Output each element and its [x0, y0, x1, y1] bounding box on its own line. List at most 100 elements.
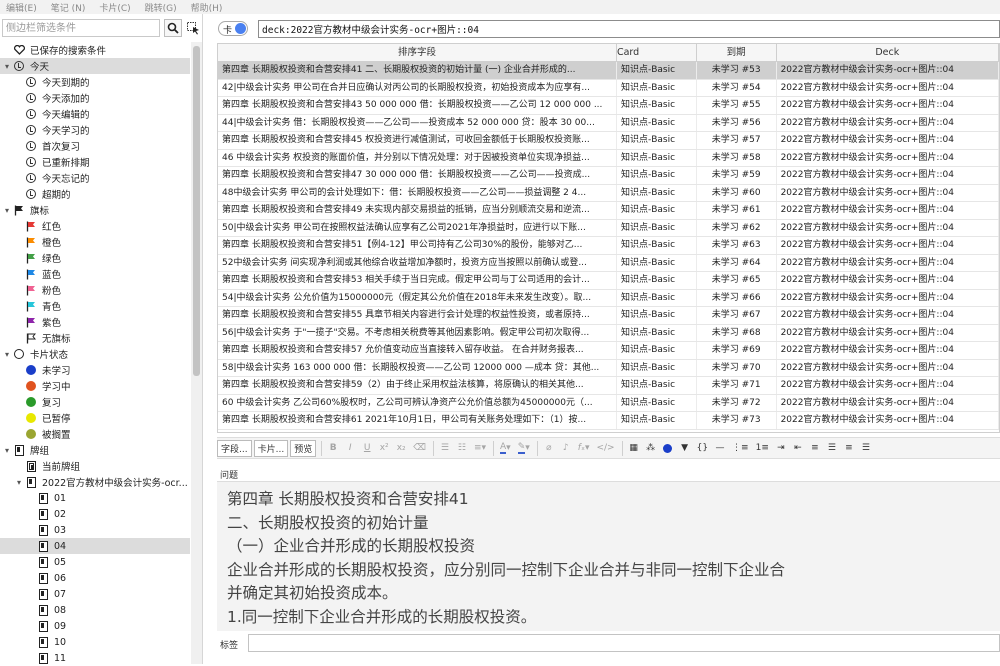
menu-notes[interactable]: 笔记 (N) [45, 1, 94, 14]
sidebar-filter-input[interactable] [2, 19, 160, 37]
table-row[interactable]: 60 中级会计实务 乙公司60%股权时，乙公司可辨认净资产公允价值总额为4500… [218, 394, 999, 412]
table-row[interactable]: 第四章 长期股权投资和合营安排55 具章节相关内容进行会计处理的权益性投资，或者… [218, 307, 999, 325]
sidebar-scrollbar[interactable] [191, 42, 202, 664]
sidebar-item[interactable]: 粉色 [0, 282, 190, 298]
table-row[interactable]: 42|中级会计实务 甲公司在合并日应确认对丙公司的长期股权投资，初始投资成本为应… [218, 79, 999, 97]
menu-cards[interactable]: 卡片(C) [93, 1, 138, 14]
sidebar-item[interactable]: 07 [0, 586, 190, 602]
sidebar-item[interactable]: 今天编辑的 [0, 106, 190, 122]
sidebar-item[interactable]: 06 [0, 570, 190, 586]
underline-icon[interactable]: U [359, 440, 375, 457]
sidebar-item[interactable]: 今天添加的 [0, 90, 190, 106]
braces-icon[interactable]: {} [694, 440, 711, 457]
sidebar-item[interactable]: 蓝色 [0, 266, 190, 282]
sidebar-item[interactable]: 红色 [0, 218, 190, 234]
bullet-list-icon[interactable]: ☰ [437, 440, 453, 457]
text-color-icon[interactable]: A ▾ [497, 440, 514, 457]
sidebar-item[interactable]: 02 [0, 506, 190, 522]
menu-edit[interactable]: 编辑(E) [0, 1, 45, 14]
italic-icon[interactable]: I [342, 440, 358, 457]
table-icon[interactable]: ▦ [626, 440, 642, 457]
preview-button[interactable]: 预览 [290, 439, 317, 457]
attachment-icon[interactable]: ⌀ [541, 440, 557, 457]
align-center-icon[interactable]: ☰ [824, 440, 840, 457]
list-unordered-icon[interactable]: ⋮≡ [729, 440, 752, 457]
table-row[interactable]: 第四章 长期股权投资和合营安排43 50 000 000 借：长期股权投资——乙… [218, 97, 999, 115]
sidebar-item[interactable]: 今天忘记的 [0, 170, 190, 186]
sidebar-item[interactable]: 已重新排期 [0, 154, 190, 170]
sidebar-item[interactable]: 已保存的搜索条件 [0, 42, 190, 58]
select-tool-button[interactable] [184, 19, 202, 37]
table-row[interactable]: 第四章 长期股权投资和合营安排41 二、长期股权投资的初始计量 (一) 企业合并… [218, 62, 999, 80]
indent-icon[interactable]: ⇥ [773, 440, 789, 457]
sidebar-item[interactable]: 紫色 [0, 314, 190, 330]
table-row[interactable]: 第四章 长期股权投资和合营安排49 未实现内部交易损益的抵销，应当分别顺流交易和… [218, 202, 999, 220]
table-row[interactable]: 58|中级会计实务 163 000 000 借：长期股权投资——乙公司 1200… [218, 359, 999, 377]
tags-input[interactable] [248, 634, 1000, 652]
table-row[interactable]: 第四章 长期股权投资和合营安排47 30 000 000 借：长期股权投资——乙… [218, 167, 999, 185]
sidebar-item[interactable]: ▾ 卡片状态 [0, 346, 190, 362]
sidebar-item[interactable]: 未学习 [0, 362, 190, 378]
fields-button[interactable]: 字段... [217, 439, 252, 457]
sidebar-item[interactable]: 学习中 [0, 378, 190, 394]
table-row[interactable]: 46 中级会计实务 权投资的账面价值，并分别以下情况处理：对于因被投资单位实现净… [218, 149, 999, 167]
color-dot-icon[interactable] [660, 440, 676, 457]
html-editor-icon[interactable]: </> [593, 440, 617, 457]
align-left-icon[interactable]: ≡ [807, 440, 823, 457]
menu-go[interactable]: 跳转(G) [139, 1, 185, 14]
browser-search-input[interactable] [258, 20, 1000, 38]
scrollbar-thumb[interactable] [193, 46, 200, 376]
sidebar-item[interactable]: 复习 [0, 394, 190, 410]
bold-icon[interactable]: B [325, 440, 341, 457]
sidebar-item[interactable]: 橙色 [0, 234, 190, 250]
sidebar-item[interactable]: 被搁置 [0, 426, 190, 442]
sidebar-item[interactable]: ▾ 牌组 [0, 442, 190, 458]
numbered-list-icon[interactable]: ☷ [454, 440, 470, 457]
sidebar-item[interactable]: 05 [0, 554, 190, 570]
cards-notes-toggle[interactable]: 卡 [218, 21, 248, 36]
table-row[interactable]: 56|中级会计实务 于"一揽子"交易。不考虑相关税费等其他因素影响。假定甲公司初… [218, 324, 999, 342]
triangle-down-icon[interactable]: ▼ [677, 440, 693, 457]
sidebar-item[interactable]: 无旗标 [0, 330, 190, 346]
sidebar-item[interactable]: 10 [0, 634, 190, 650]
sidebar-item[interactable]: 绿色 [0, 250, 190, 266]
table-row[interactable]: 第四章 长期股权投资和合营安排61 2021年10月1日，甲公司有关账务处理如下… [218, 412, 999, 430]
sidebar-item[interactable]: 04 [0, 538, 190, 554]
column-header-card[interactable]: Card [617, 44, 697, 61]
table-row[interactable]: 第四章 长期股权投资和合营安排45 权投资进行减值测试，可收回金额低于长期股权投… [218, 132, 999, 150]
table-row[interactable]: 48中级会计实务 甲公司的会计处理如下：借：长期股权投资——乙公司——损益调整 … [218, 184, 999, 202]
sidebar-item[interactable]: 03 [0, 522, 190, 538]
sidebar-item[interactable]: 09 [0, 618, 190, 634]
subscript-icon[interactable]: x₂ [393, 440, 409, 457]
sidebar-item[interactable]: 08 [0, 602, 190, 618]
column-header-deck[interactable]: Deck [777, 44, 999, 61]
expand-arrow-icon[interactable]: ▾ [14, 478, 24, 487]
menu-help[interactable]: 帮助(H) [185, 1, 231, 14]
expand-arrow-icon[interactable]: ▾ [2, 206, 12, 215]
sidebar-item[interactable]: ▾ 今天 [0, 58, 190, 74]
align-dropdown-icon[interactable]: ≡▾ [471, 440, 489, 457]
table-row[interactable]: 第四章 长期股权投资和合营安排57 允价值变动应当直接转入留存收益。 在合并财务… [218, 342, 999, 360]
sidebar-item[interactable]: 今天学习的 [0, 122, 190, 138]
expand-arrow-icon[interactable]: ▾ [2, 446, 12, 455]
column-header-due[interactable]: 到期 [697, 44, 777, 61]
list-ordered-icon[interactable]: 1≡ [753, 440, 772, 457]
expand-arrow-icon[interactable]: ▾ [2, 62, 12, 71]
table-row[interactable]: 第四章 长期股权投资和合营安排53 相关手续于当日完成。假定甲公司与丁公司适用的… [218, 272, 999, 290]
sidebar-item[interactable]: 今天到期的 [0, 74, 190, 90]
cloze-icon[interactable]: ⁂ [643, 440, 659, 457]
sidebar-item[interactable]: 01 [0, 490, 190, 506]
formula-icon[interactable]: f ₓ▾ [575, 440, 593, 457]
sidebar-item[interactable]: 超期的 [0, 186, 190, 202]
table-row[interactable]: 第四章 长期股权投资和合营安排59（2）由于终止采用权益法核算，将原确认的相关其… [218, 377, 999, 395]
horizontal-rule-icon[interactable]: — [712, 440, 728, 457]
cards-button[interactable]: 卡片... [253, 439, 289, 457]
outdent-icon[interactable]: ⇤ [790, 440, 806, 457]
table-row[interactable]: 52中级会计实务 间实现净利润或其他综合收益增加净额时，投资方应当按照以前确认或… [218, 254, 999, 272]
sidebar-item[interactable]: 当前牌组 [0, 458, 190, 474]
sidebar-item[interactable]: 已暂停 [0, 410, 190, 426]
sidebar-item[interactable]: ▾ 2022官方教材中级会计实务-ocr... [0, 474, 190, 490]
search-button[interactable] [164, 19, 182, 37]
align-justify-icon[interactable]: ☰ [858, 440, 874, 457]
eraser-icon[interactable]: ⌫ [410, 440, 429, 457]
